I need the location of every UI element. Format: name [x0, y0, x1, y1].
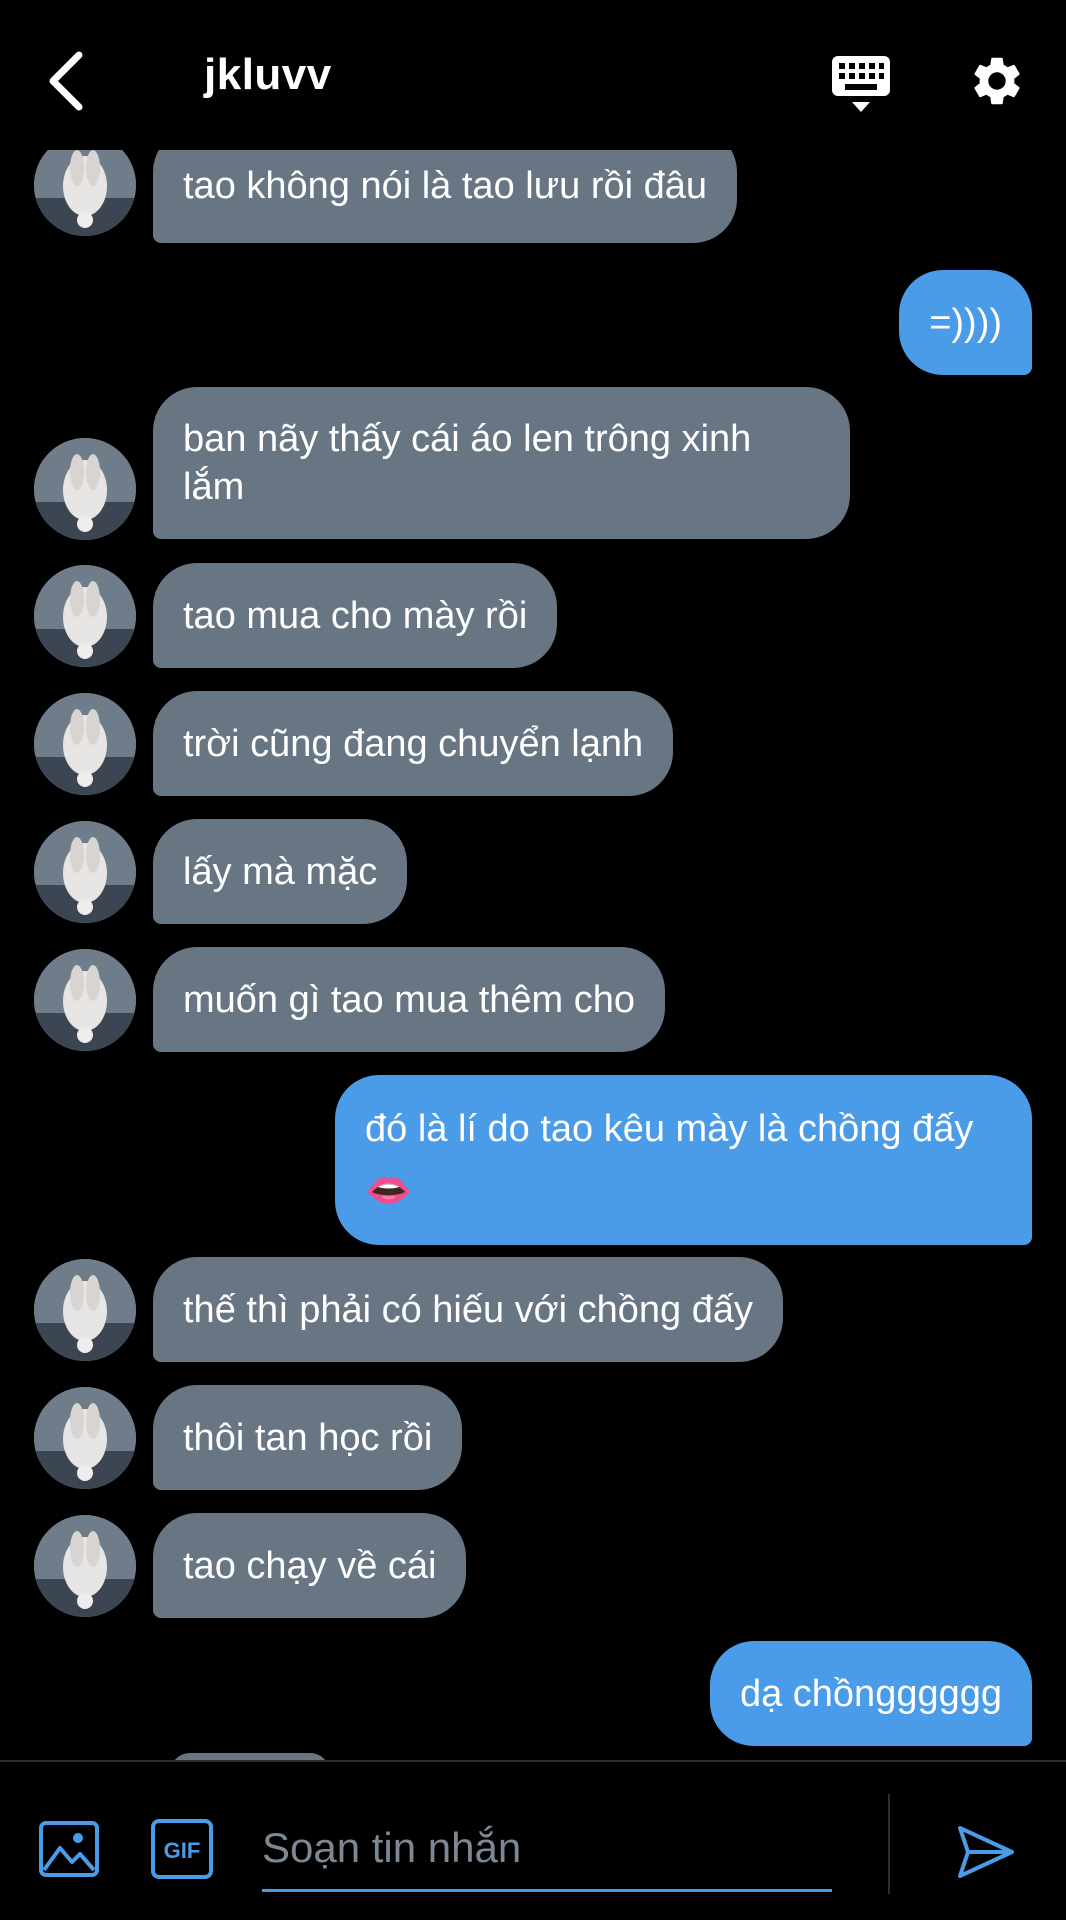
- avatar[interactable]: [34, 150, 136, 236]
- bunny-avatar-icon: [34, 693, 136, 795]
- avatar[interactable]: [34, 565, 136, 667]
- gear-icon: [974, 57, 1020, 105]
- keyboard-icon: [832, 56, 890, 112]
- message-composer: GIF: [0, 1760, 1066, 1920]
- incoming-message[interactable]: tao không nói là tao lưu rồi đâu: [153, 150, 738, 243]
- chat-header: jkluvv: [0, 0, 1066, 150]
- bunny-avatar-icon: [34, 1259, 136, 1361]
- outgoing-message[interactable]: =)))): [899, 270, 1032, 375]
- image-icon: [39, 1821, 99, 1877]
- bunny-avatar-icon: [34, 1387, 136, 1489]
- gif-label: GIF: [164, 1838, 201, 1863]
- message-thread[interactable]: tao không nói là tao lưu rồi đâu =)))) b…: [0, 150, 1066, 1760]
- bunny-avatar-icon: [34, 949, 136, 1051]
- conversation-title[interactable]: jkluvv: [204, 50, 332, 100]
- message-input[interactable]: [262, 1806, 832, 1892]
- back-button[interactable]: [40, 46, 90, 116]
- outgoing-message[interactable]: đó là lí do tao kêu mày là chồng đấy 👄: [335, 1075, 1032, 1245]
- incoming-message-partial[interactable]: [170, 1753, 330, 1760]
- send-icon: [958, 1826, 1014, 1878]
- keyboard-button[interactable]: [826, 48, 896, 118]
- send-button[interactable]: [954, 1820, 1018, 1884]
- incoming-message[interactable]: thế thì phải có hiếu với chồng đấy: [153, 1257, 783, 1362]
- add-gif-button[interactable]: GIF: [150, 1818, 214, 1880]
- avatar[interactable]: [34, 1259, 136, 1361]
- composer-divider: [888, 1794, 890, 1894]
- bunny-avatar-icon: [34, 1515, 136, 1617]
- incoming-message[interactable]: muốn gì tao mua thêm cho: [153, 947, 666, 1052]
- add-image-button[interactable]: [38, 1818, 100, 1880]
- settings-button[interactable]: [962, 46, 1032, 116]
- incoming-message[interactable]: ban nãy thấy cái áo len trông xinh lắm: [153, 387, 850, 539]
- avatar[interactable]: [34, 693, 136, 795]
- outgoing-message[interactable]: dạ chồngggggg: [709, 1641, 1032, 1746]
- incoming-message[interactable]: thôi tan học rồi: [153, 1385, 463, 1490]
- bunny-avatar-icon: [34, 438, 136, 540]
- bunny-avatar-icon: [34, 821, 136, 923]
- avatar[interactable]: [34, 821, 136, 923]
- chevron-left-icon: [49, 51, 83, 111]
- avatar[interactable]: [34, 438, 136, 540]
- gif-icon: GIF: [151, 1819, 213, 1879]
- incoming-message[interactable]: lấy mà mặc: [153, 819, 408, 924]
- bunny-avatar-icon: [34, 565, 136, 667]
- incoming-message[interactable]: trời cũng đang chuyển lạnh: [153, 691, 674, 796]
- bunny-avatar-icon: [34, 150, 136, 236]
- avatar[interactable]: [34, 949, 136, 1051]
- avatar[interactable]: [34, 1515, 136, 1617]
- incoming-message[interactable]: tao mua cho mày rồi: [153, 563, 558, 668]
- avatar[interactable]: [34, 1387, 136, 1489]
- incoming-message[interactable]: tao chạy về cái: [153, 1513, 467, 1618]
